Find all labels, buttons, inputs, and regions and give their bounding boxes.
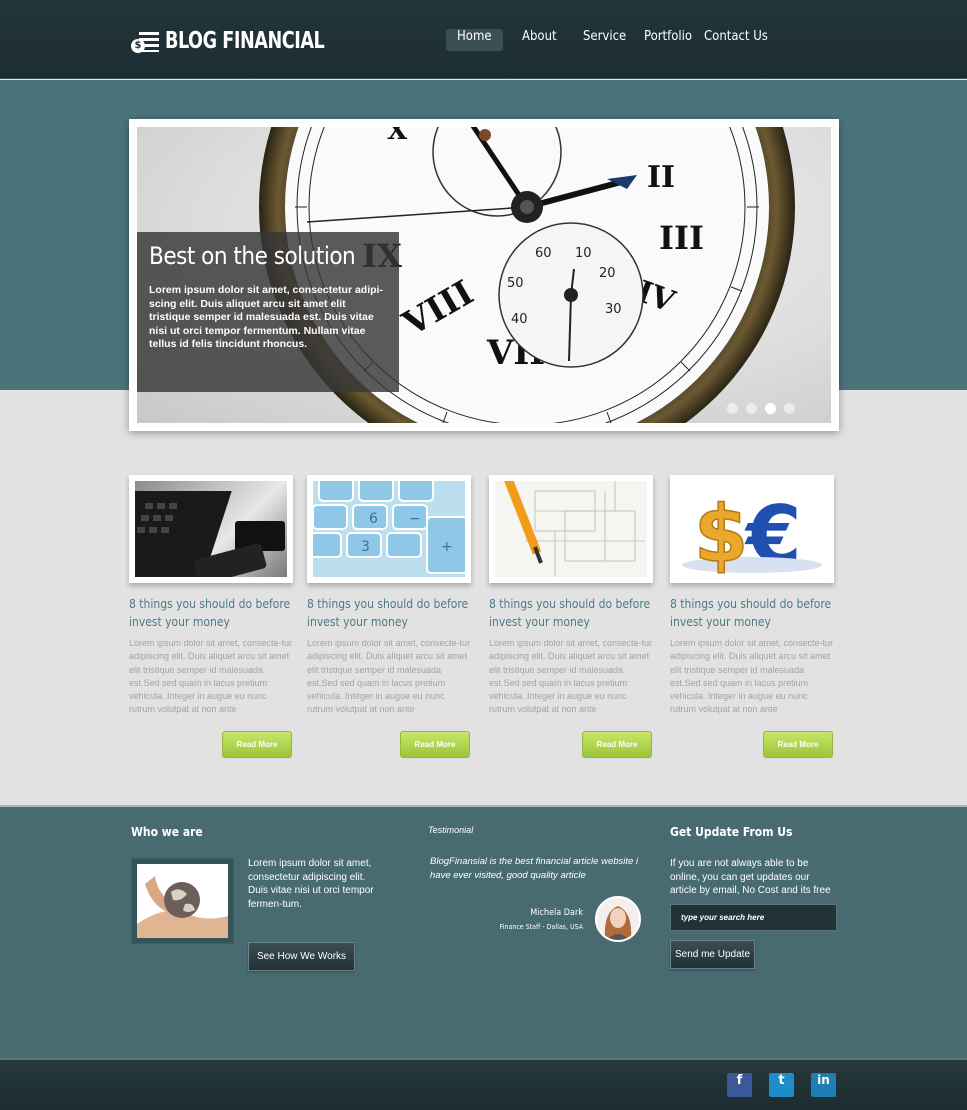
article-card-4: € $ 8 things you should do before invest… [670, 475, 836, 758]
nav-contact-us[interactable]: Contact Us [704, 29, 768, 51]
nav-service[interactable]: Service [583, 29, 626, 51]
facebook-icon[interactable]: f [727, 1073, 752, 1097]
site-footer: f t in [0, 1058, 967, 1110]
article-thumbnail[interactable]: € $ [670, 475, 834, 583]
article-title[interactable]: 8 things you should do before invest you… [307, 595, 473, 631]
get-update-heading: Get Update From Us [670, 825, 793, 839]
calculator-image: 6 3 + − [313, 481, 465, 577]
article-excerpt: Lorem ipsum dolor sit amet, consecte-tur… [489, 638, 653, 715]
email-search-input[interactable] [670, 904, 837, 931]
get-update-text: If you are not always able to be online,… [670, 858, 831, 896]
hand-globe-image [137, 864, 228, 938]
read-more-button[interactable]: Read More [222, 731, 292, 758]
hero-slider: II III IV VII VIII IX X 6010 2030 5040 [129, 119, 839, 431]
svg-text:$: $ [694, 490, 748, 577]
main-nav: Home About Service Portfolio Contact Us [0, 29, 967, 51]
testimonial-name: Michela Dark [530, 908, 583, 918]
nav-portfolio[interactable]: Portfolio [644, 29, 692, 51]
slider-dot-4[interactable] [784, 403, 795, 414]
svg-text:30: 30 [605, 302, 622, 317]
svg-text:60: 60 [535, 246, 552, 261]
who-we-are-image [131, 858, 234, 944]
pencil-blueprint-image [495, 481, 647, 577]
who-we-are-text: Lorem ipsum dolor sit amet, consectetur … [248, 858, 374, 910]
svg-text:6: 6 [369, 511, 378, 527]
article-card-3: 8 things you should do before invest you… [489, 475, 655, 758]
svg-text:40: 40 [511, 312, 528, 327]
read-more-button[interactable]: Read More [763, 731, 833, 758]
svg-text:3: 3 [361, 539, 370, 555]
svg-text:10: 10 [575, 246, 592, 261]
article-thumbnail[interactable]: 6 3 + − [307, 475, 471, 583]
site-header: $ BLOG FINANCIAL Home About Service Port… [0, 0, 967, 79]
keyboard-phone-image [135, 481, 287, 577]
svg-text:II: II [647, 160, 675, 195]
slider-caption: Best on the solution Lorem ipsum dolor s… [137, 232, 399, 392]
svg-text:50: 50 [507, 276, 524, 291]
slider-text: Lorem ipsum dolor sit amet, consectetur … [149, 284, 383, 350]
svg-text:20: 20 [599, 266, 616, 281]
testimonial-heading: Testimonial [428, 825, 474, 835]
article-excerpt: Lorem ipsum dolor sit amet, consecte-tur… [670, 638, 834, 715]
article-title[interactable]: 8 things you should do before invest you… [129, 595, 295, 631]
info-section: Who we are Lorem ipsum dolor sit amet, c… [0, 805, 967, 1058]
nav-home[interactable]: Home [446, 29, 503, 51]
article-excerpt: Lorem ipsum dolor sit amet, consecte-tur… [129, 638, 293, 715]
testimonial-role: Finance Staff - Dallas, USA [499, 923, 583, 931]
svg-text:X: X [387, 127, 408, 146]
read-more-button[interactable]: Read More [582, 731, 652, 758]
article-title[interactable]: 8 things you should do before invest you… [670, 595, 836, 631]
send-me-update-button[interactable]: Send me Update [670, 940, 755, 969]
linkedin-icon[interactable]: in [811, 1073, 836, 1097]
currency-symbols-image: € $ [676, 481, 828, 577]
slider-dot-1[interactable] [727, 403, 738, 414]
see-how-we-works-button[interactable]: See How We Works [248, 942, 355, 971]
who-we-are-heading: Who we are [131, 825, 203, 839]
slider-pagination [727, 403, 795, 414]
slider-title: Best on the solution [149, 242, 356, 270]
article-card-2: 6 3 + − 8 things you should do before inves… [307, 475, 473, 758]
testimonial-quote: BlogFinansial is the best financial arti… [430, 856, 639, 881]
article-card-1: 8 things you should do before invest you… [129, 475, 295, 758]
avatar [595, 896, 641, 942]
article-title[interactable]: 8 things you should do before invest you… [489, 595, 655, 631]
article-thumbnail[interactable] [489, 475, 653, 583]
svg-text:III: III [659, 219, 704, 257]
read-more-button[interactable]: Read More [400, 731, 470, 758]
twitter-icon[interactable]: t [769, 1073, 794, 1097]
article-thumbnail[interactable] [129, 475, 293, 583]
nav-about[interactable]: About [522, 29, 557, 51]
slider-dot-2[interactable] [746, 403, 757, 414]
svg-text:−: − [409, 511, 421, 527]
slider-dot-3[interactable] [765, 403, 776, 414]
svg-text:+: + [441, 539, 453, 555]
article-excerpt: Lorem ipsum dolor sit amet, consecte-tur… [307, 638, 471, 715]
